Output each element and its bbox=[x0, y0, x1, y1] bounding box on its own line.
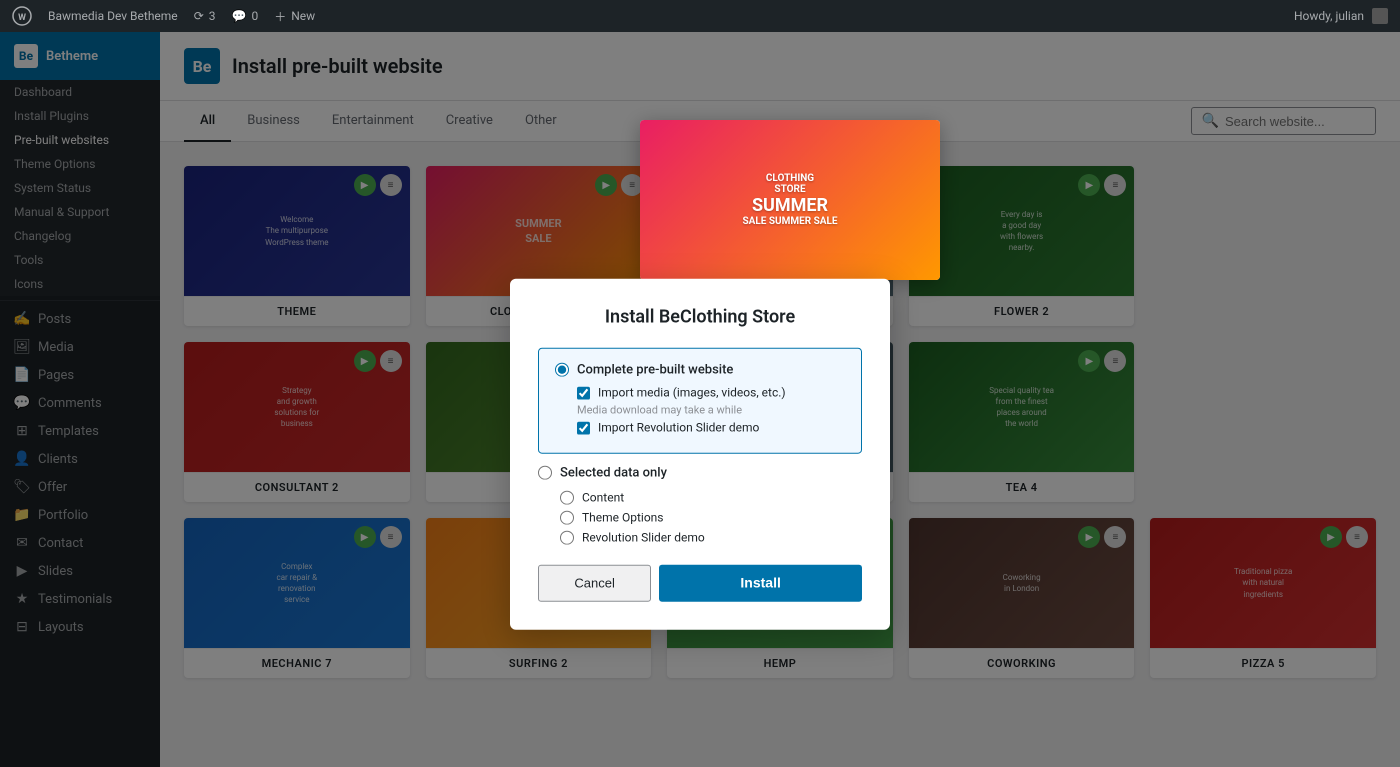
option-complete-card[interactable]: Complete pre-built website Import media … bbox=[538, 347, 862, 453]
install-buttons: Cancel Install bbox=[538, 564, 862, 601]
preview-thumb: CLOTHINGSTORESUMMERSALE SUMMER SALE bbox=[640, 120, 940, 280]
sub-content-row: Content bbox=[560, 490, 862, 504]
import-media-checkbox[interactable] bbox=[577, 386, 590, 399]
wp-logo[interactable]: W bbox=[12, 6, 32, 26]
sub-revolution-row: Revolution Slider demo bbox=[560, 530, 862, 544]
option-selected-section: Selected data only Content Theme Options… bbox=[538, 465, 862, 544]
import-slider-checkbox[interactable] bbox=[577, 421, 590, 434]
modal-overlay: CLOTHINGSTORESUMMERSALE SUMMER SALE Inst… bbox=[0, 0, 1400, 767]
option-complete-label: Complete pre-built website bbox=[577, 362, 733, 377]
sub-content-label: Content bbox=[582, 490, 624, 504]
option-selected-radio[interactable] bbox=[538, 466, 552, 480]
option-selected-label: Selected data only bbox=[560, 465, 667, 480]
svg-text:W: W bbox=[18, 13, 26, 23]
sub-theme-options-radio[interactable] bbox=[560, 510, 574, 524]
sub-revolution-label: Revolution Slider demo bbox=[582, 530, 705, 544]
sub-revolution-radio[interactable] bbox=[560, 530, 574, 544]
option-complete-radio[interactable] bbox=[555, 363, 569, 377]
preview-popup: CLOTHINGSTORESUMMERSALE SUMMER SALE bbox=[640, 120, 940, 280]
import-slider-row: Import Revolution Slider demo bbox=[577, 420, 845, 434]
import-slider-label: Import Revolution Slider demo bbox=[598, 420, 759, 434]
install-dialog: Install BeClothing Store Complete pre-bu… bbox=[510, 278, 890, 629]
media-note: Media download may take a while bbox=[577, 403, 845, 416]
admin-bar: W Bawmedia Dev Betheme ⟳ 3 💬 0 ＋ New How… bbox=[0, 0, 1400, 32]
updates-btn[interactable]: ⟳ 3 bbox=[194, 9, 216, 23]
install-dialog-title: Install BeClothing Store bbox=[538, 306, 862, 327]
sub-content-radio[interactable] bbox=[560, 490, 574, 504]
option-complete-row: Complete pre-built website bbox=[555, 362, 845, 377]
import-media-row: Import media (images, videos, etc.) bbox=[577, 385, 845, 399]
install-button[interactable]: Install bbox=[659, 564, 862, 601]
comments-btn[interactable]: 💬 0 bbox=[232, 9, 259, 23]
cancel-button[interactable]: Cancel bbox=[538, 564, 651, 601]
import-media-label: Import media (images, videos, etc.) bbox=[598, 385, 786, 399]
sub-theme-row: Theme Options bbox=[560, 510, 862, 524]
option-selected-row: Selected data only bbox=[538, 465, 862, 480]
avatar[interactable] bbox=[1372, 8, 1388, 24]
site-name[interactable]: Bawmedia Dev Betheme bbox=[48, 9, 178, 23]
new-btn[interactable]: ＋ New bbox=[274, 8, 315, 25]
admin-right: Howdy, julian bbox=[1294, 8, 1388, 24]
sub-theme-options-label: Theme Options bbox=[582, 510, 664, 524]
